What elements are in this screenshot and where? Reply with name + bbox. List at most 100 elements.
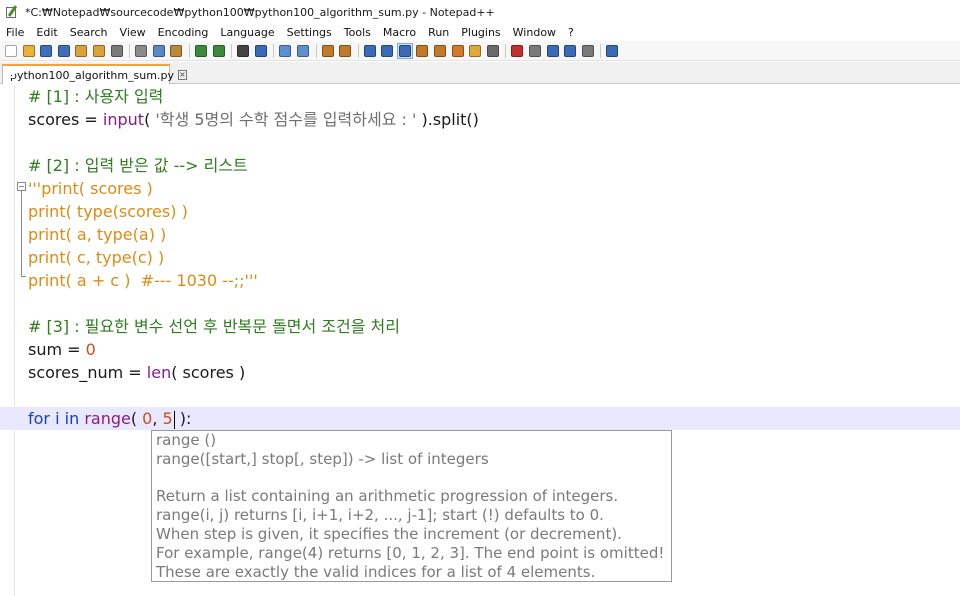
- number-literal: 0: [85, 340, 96, 359]
- punctuation: (: [130, 409, 143, 428]
- tab-python100-algorithm-sum[interactable]: python100_algorithm_sum.py ×: [2, 64, 187, 84]
- menu-encoding[interactable]: Encoding: [152, 26, 215, 39]
- indent-guide-icon[interactable]: [396, 42, 413, 59]
- code-line: # [2] : 입력 받은 값 --> 리스트: [28, 154, 958, 177]
- code-line: print( a, type(a) ): [28, 223, 958, 246]
- menu-view[interactable]: View: [114, 26, 152, 39]
- cut-icon[interactable]: [133, 43, 149, 59]
- replace-icon[interactable]: [253, 43, 269, 59]
- save-all-icon[interactable]: [56, 43, 72, 59]
- keyword: for: [28, 409, 50, 428]
- docstring: print( a + c ) #--- 1030 --;;''': [28, 271, 258, 290]
- current-code-line: for i in range( 0, 5 ):: [0, 407, 960, 430]
- menu-language[interactable]: Language: [214, 26, 280, 39]
- play-macro-icon[interactable]: [545, 43, 561, 59]
- toolbar-separator: [129, 43, 131, 58]
- doc-map-icon[interactable]: [432, 43, 448, 59]
- zoom-in-icon[interactable]: [277, 43, 293, 59]
- code-line: print( a + c ) #--- 1030 --;;''': [28, 269, 958, 292]
- code-line: print( type(scores) ): [28, 200, 958, 223]
- code-line: # [1] : 사용자 입력: [28, 85, 958, 108]
- call-args: ( scores ): [171, 363, 246, 382]
- stop-macro-icon[interactable]: [527, 43, 543, 59]
- show-all-chars-icon[interactable]: [379, 43, 395, 59]
- menu-macro[interactable]: Macro: [377, 26, 422, 39]
- find-icon[interactable]: [235, 43, 251, 59]
- menu-plugins[interactable]: Plugins: [455, 26, 506, 39]
- new-file-icon[interactable]: [3, 43, 19, 59]
- toolbar-separator: [273, 43, 275, 58]
- code-line: scores = input( '학생 5명의 수학 점수를 입력하세요 : '…: [28, 108, 958, 131]
- comment: # [3] : 필요한 변수 선언 후 반복문 돌면서 조건을 처리: [28, 317, 401, 336]
- loop-variable: i: [50, 409, 65, 428]
- tab-bar: python100_algorithm_sum.py ×: [0, 62, 960, 84]
- menu-bar: File Edit Search View Encoding Language …: [0, 24, 960, 41]
- calltip-signature: range([start,] stop[, step]) -> list of …: [156, 450, 489, 468]
- docstring: print( c, type(c) ): [28, 248, 165, 267]
- record-macro-icon[interactable]: [509, 43, 525, 59]
- punctuation: (: [144, 110, 156, 129]
- menu-file[interactable]: File: [0, 26, 30, 39]
- code-editor[interactable]: − # [1] : 사용자 입력 scores = input( '학생 5명의…: [0, 85, 960, 596]
- code-line: scores_num = len( scores ): [28, 361, 958, 384]
- lang-define-icon[interactable]: [414, 43, 430, 59]
- menu-edit[interactable]: Edit: [30, 26, 63, 39]
- builtin-function: range: [84, 409, 131, 428]
- docstring: '''print( scores ): [28, 179, 153, 198]
- punctuation: ,: [152, 409, 163, 428]
- fold-collapse-icon[interactable]: −: [17, 182, 26, 191]
- paste-icon[interactable]: [168, 43, 184, 59]
- docstring: print( a, type(a) ): [28, 225, 167, 244]
- code-line: # [3] : 필요한 변수 선언 후 반복문 돌면서 조건을 처리: [28, 315, 958, 338]
- menu-help[interactable]: ?: [562, 26, 580, 39]
- monitoring-icon[interactable]: [485, 43, 501, 59]
- number-literal: 0: [142, 409, 153, 428]
- calltip-signature: range (): [156, 431, 217, 449]
- toolbar-separator: [357, 43, 359, 58]
- punctuation: ):: [174, 409, 192, 428]
- run-icon[interactable]: [604, 43, 620, 59]
- calltip-description: Return a list containing an arithmetic p…: [156, 487, 619, 505]
- redo-icon[interactable]: [211, 43, 227, 59]
- calltip-description: When step is given, it specifies the inc…: [156, 525, 622, 543]
- identifier: scores_num =: [28, 363, 147, 382]
- save-macro-icon[interactable]: [580, 43, 596, 59]
- fold-margin: [14, 85, 15, 596]
- folder-workspace-icon[interactable]: [467, 43, 483, 59]
- docstring: print( type(scores) ): [28, 202, 188, 221]
- menu-window[interactable]: Window: [507, 26, 562, 39]
- calltip-description: range(i, j) returns [i, i+1, i+2, ..., j…: [156, 506, 604, 524]
- sync-horizontal-icon[interactable]: [337, 43, 353, 59]
- title-bar: *C:₩Notepad₩sourcecode₩python100₩python1…: [0, 0, 960, 24]
- save-icon[interactable]: [38, 43, 54, 59]
- calltip-spacer: [156, 469, 667, 487]
- function-list-icon[interactable]: [450, 43, 466, 59]
- string-literal: '학생 5명의 수학 점수를 입력하세요 : ': [155, 110, 417, 129]
- tab-close-icon[interactable]: ×: [177, 70, 187, 80]
- menu-tools[interactable]: Tools: [338, 26, 377, 39]
- builtin-function: len: [146, 363, 172, 382]
- fold-range-line: [21, 191, 22, 277]
- word-wrap-icon[interactable]: [362, 43, 378, 59]
- undo-icon[interactable]: [193, 43, 209, 59]
- close-all-icon[interactable]: [91, 43, 107, 59]
- toolbar: [0, 41, 960, 61]
- copy-icon[interactable]: [151, 43, 167, 59]
- menu-search[interactable]: Search: [64, 26, 114, 39]
- print-icon[interactable]: [109, 43, 125, 59]
- run-macro-multiple-icon[interactable]: [562, 43, 578, 59]
- sync-vertical-icon[interactable]: [320, 43, 336, 59]
- menu-settings[interactable]: Settings: [281, 26, 338, 39]
- code-text: # [1] : 사용자 입력 scores = input( '학생 5명의 수…: [0, 85, 960, 430]
- close-icon[interactable]: [73, 43, 89, 59]
- open-file-icon[interactable]: [21, 43, 37, 59]
- calltip-popup: range () range([start,] stop[, step]) ->…: [151, 430, 672, 582]
- menu-run[interactable]: Run: [422, 26, 455, 39]
- toolbar-separator: [188, 43, 190, 58]
- toolbar-separator: [600, 43, 602, 58]
- fold-range-end: [21, 276, 26, 277]
- zoom-out-icon[interactable]: [295, 43, 311, 59]
